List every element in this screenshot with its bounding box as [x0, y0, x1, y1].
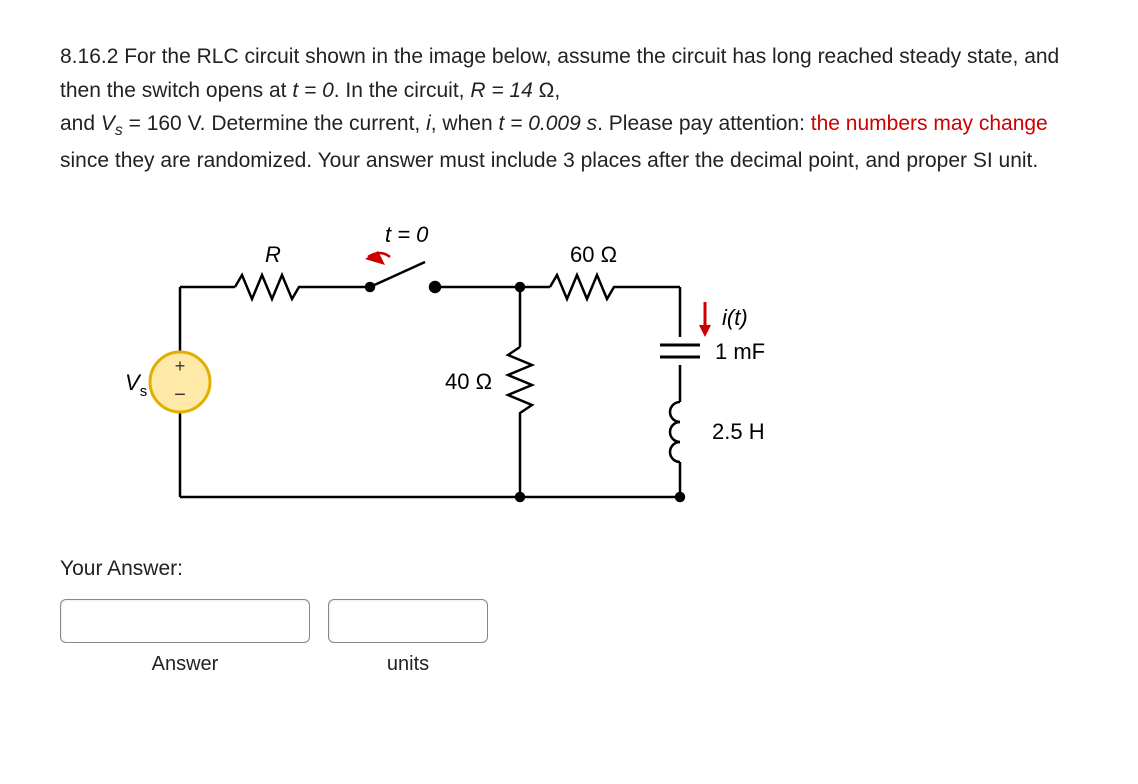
units-input[interactable] — [328, 599, 488, 643]
answer-caption: Answer — [152, 653, 219, 676]
capacitor-label: 1 mF — [715, 339, 765, 364]
svg-text:−: − — [174, 384, 186, 406]
warning-text: the numbers may change — [811, 112, 1048, 135]
resistor-r-label: R — [265, 242, 281, 267]
resistor-60-label: 60 Ω — [570, 242, 617, 267]
problem-number: 8.16.2 — [60, 45, 118, 68]
vs-label: Vs — [125, 370, 147, 400]
your-answer-label: Your Answer: — [60, 557, 1078, 581]
current-label: i(t) — [722, 305, 748, 330]
switch-label: t = 0 — [385, 222, 429, 247]
svg-text:+: + — [175, 356, 186, 376]
circuit-diagram: + − t = 0 R 60 Ω 40 Ω i(t) 1 mF 2.5 H Vs — [80, 207, 780, 527]
inductor-label: 2.5 H — [712, 419, 765, 444]
answer-section: Your Answer: Answer units — [60, 557, 1078, 676]
units-caption: units — [387, 653, 429, 676]
answer-input[interactable] — [60, 599, 310, 643]
resistor-40-label: 40 Ω — [445, 369, 492, 394]
problem-statement: 8.16.2 For the RLC circuit shown in the … — [60, 40, 1078, 177]
